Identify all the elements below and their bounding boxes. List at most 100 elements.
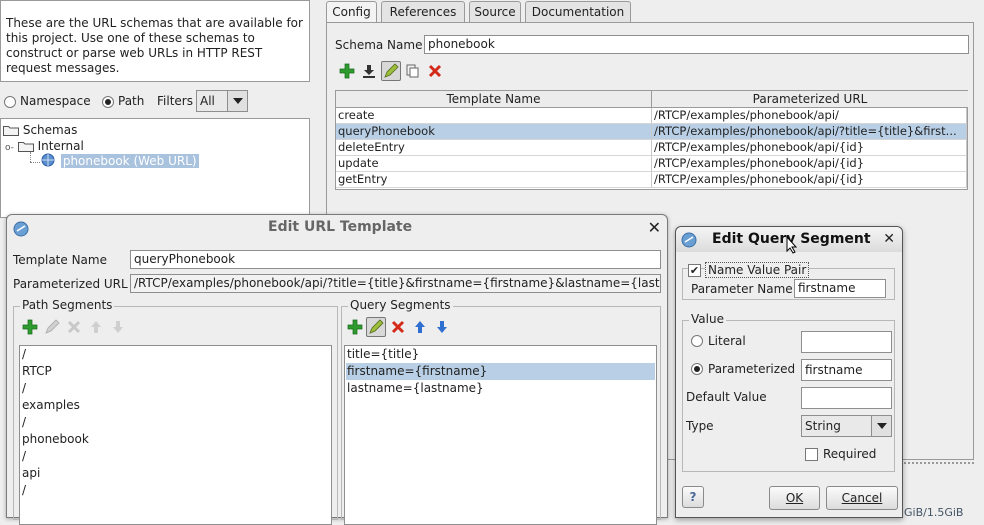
parameter-name-label: Parameter Name bbox=[691, 282, 793, 296]
query-segments-list: title={title} firstname={firstname} last… bbox=[344, 345, 657, 525]
list-item[interactable]: / bbox=[21, 482, 330, 499]
templates-table: Template Name Parameterized URL create /… bbox=[335, 90, 968, 190]
tab-config[interactable]: Config bbox=[326, 1, 377, 23]
move-up-path-button[interactable] bbox=[86, 317, 106, 337]
copy-button[interactable] bbox=[403, 61, 423, 81]
tree-line bbox=[30, 152, 31, 162]
arrow-up-icon bbox=[91, 321, 101, 333]
ok-button[interactable]: OK bbox=[769, 486, 820, 510]
template-name-label: Template Name bbox=[13, 253, 107, 267]
tree-node-phonebook[interactable]: phonebook (Web URL) bbox=[41, 153, 199, 169]
default-value-label: Default Value bbox=[686, 390, 767, 404]
table-row[interactable]: queryPhonebook /RTCP/examples/phonebook/… bbox=[336, 124, 967, 140]
tree-line bbox=[30, 162, 40, 163]
table-cell: deleteEntry bbox=[336, 140, 652, 156]
edit-button[interactable] bbox=[381, 61, 401, 81]
table-cell: /RTCP/examples/phonebook/api/{id} bbox=[652, 156, 967, 172]
path-radio[interactable] bbox=[102, 96, 114, 108]
type-dropdown[interactable]: String bbox=[801, 415, 892, 437]
query-segments-group: Query Segments title={title} firstname={… bbox=[341, 298, 661, 525]
resize-grip[interactable] bbox=[904, 462, 974, 468]
arrow-down-icon bbox=[437, 321, 447, 333]
description-panel: These are the URL schemas that are avail… bbox=[0, 0, 310, 82]
schema-name-label: Schema Name bbox=[335, 38, 423, 52]
list-item[interactable]: title={title} bbox=[346, 346, 655, 363]
table-cell: /RTCP/examples/phonebook/api/ bbox=[652, 108, 967, 124]
delete-button[interactable] bbox=[425, 61, 445, 81]
list-item[interactable]: phonebook bbox=[21, 431, 330, 448]
list-item[interactable]: RTCP bbox=[21, 363, 330, 380]
import-button[interactable] bbox=[359, 61, 379, 81]
value-group: Value Literal Parameterized firstname De… bbox=[682, 312, 895, 472]
namespace-radio[interactable] bbox=[4, 96, 16, 108]
move-down-query-button[interactable] bbox=[432, 317, 452, 337]
arrow-up-icon bbox=[415, 321, 425, 333]
list-item[interactable]: examples bbox=[21, 397, 330, 414]
folder-icon bbox=[17, 142, 34, 152]
namespace-radio-label: Namespace bbox=[20, 94, 91, 108]
list-item[interactable]: firstname={firstname} bbox=[346, 363, 655, 380]
list-item[interactable]: / bbox=[21, 346, 330, 363]
filters-label: Filters bbox=[157, 94, 193, 108]
tree-node-label: Internal bbox=[37, 139, 84, 153]
add-button[interactable] bbox=[337, 61, 357, 81]
list-item[interactable]: / bbox=[21, 448, 330, 465]
delete-path-segment-button[interactable] bbox=[64, 317, 84, 337]
tab-references[interactable]: References bbox=[381, 1, 465, 22]
required-checkbox[interactable] bbox=[805, 448, 818, 461]
parameter-name-input[interactable]: firstname bbox=[794, 279, 886, 298]
name-value-pair-label: Name Value Pair bbox=[705, 262, 810, 278]
literal-input[interactable] bbox=[801, 331, 892, 353]
tree-node-schemas[interactable]: Schemas bbox=[3, 122, 77, 138]
parameterized-radio[interactable] bbox=[691, 363, 703, 375]
tree-expand-icon[interactable]: o- bbox=[5, 143, 14, 153]
template-name-input[interactable]: queryPhonebook bbox=[130, 250, 661, 269]
add-path-segment-button[interactable] bbox=[20, 317, 40, 337]
delete-query-segment-button[interactable] bbox=[388, 317, 408, 337]
schema-name-input[interactable]: phonebook bbox=[424, 35, 969, 54]
column-header-parameterized-url[interactable]: Parameterized URL bbox=[652, 91, 968, 108]
pencil-icon bbox=[369, 319, 384, 334]
column-header-template-name[interactable]: Template Name bbox=[336, 91, 652, 108]
default-value-input[interactable] bbox=[801, 387, 892, 409]
tree-node-internal[interactable]: o- Internal bbox=[5, 138, 84, 154]
parameterized-label: Parameterized bbox=[708, 362, 796, 376]
add-query-segment-button[interactable] bbox=[345, 317, 365, 337]
edit-path-segment-button[interactable] bbox=[42, 317, 62, 337]
path-segments-label: Path Segments bbox=[20, 298, 115, 312]
list-item[interactable]: / bbox=[21, 380, 330, 397]
cancel-button[interactable]: Cancel bbox=[826, 486, 898, 510]
parameterized-input[interactable]: firstname bbox=[801, 359, 892, 381]
plus-icon bbox=[347, 319, 363, 335]
app-icon bbox=[681, 232, 697, 248]
name-value-pair-checkbox[interactable]: ✔ bbox=[688, 264, 701, 277]
close-icon[interactable]: ✕ bbox=[648, 218, 661, 237]
tab-source[interactable]: Source bbox=[469, 1, 521, 22]
tab-documentation[interactable]: Documentation bbox=[525, 1, 631, 22]
edit-query-segment-button[interactable] bbox=[366, 317, 386, 337]
table-row[interactable]: update /RTCP/examples/phonebook/api/{id} bbox=[336, 156, 967, 172]
help-button[interactable]: ? bbox=[682, 486, 704, 508]
move-up-query-button[interactable] bbox=[410, 317, 430, 337]
close-icon[interactable]: ✕ bbox=[883, 231, 895, 247]
plus-icon bbox=[339, 63, 355, 79]
table-cell: create bbox=[336, 108, 652, 124]
type-label: Type bbox=[686, 419, 714, 433]
move-down-path-button[interactable] bbox=[108, 317, 128, 337]
close-x-icon bbox=[428, 64, 442, 78]
list-item[interactable]: / bbox=[21, 414, 330, 431]
table-row[interactable]: create /RTCP/examples/phonebook/api/ bbox=[336, 108, 967, 124]
chevron-down-icon bbox=[227, 91, 247, 111]
list-item[interactable]: lastname={lastname} bbox=[346, 380, 655, 397]
parameterized-url-field[interactable]: /RTCP/examples/phonebook/api/?title={tit… bbox=[130, 274, 661, 293]
table-cell: getEntry bbox=[336, 172, 652, 188]
table-row[interactable]: getEntry /RTCP/examples/phonebook/api/{i… bbox=[336, 172, 967, 188]
list-item[interactable]: api bbox=[21, 465, 330, 482]
close-x-icon bbox=[391, 320, 405, 334]
literal-radio[interactable] bbox=[691, 335, 703, 347]
filters-dropdown[interactable]: All bbox=[196, 90, 248, 112]
type-value: String bbox=[805, 419, 841, 433]
chevron-down-icon bbox=[871, 416, 891, 436]
table-row[interactable]: deleteEntry /RTCP/examples/phonebook/api… bbox=[336, 140, 967, 156]
query-segments-label: Query Segments bbox=[348, 298, 453, 312]
